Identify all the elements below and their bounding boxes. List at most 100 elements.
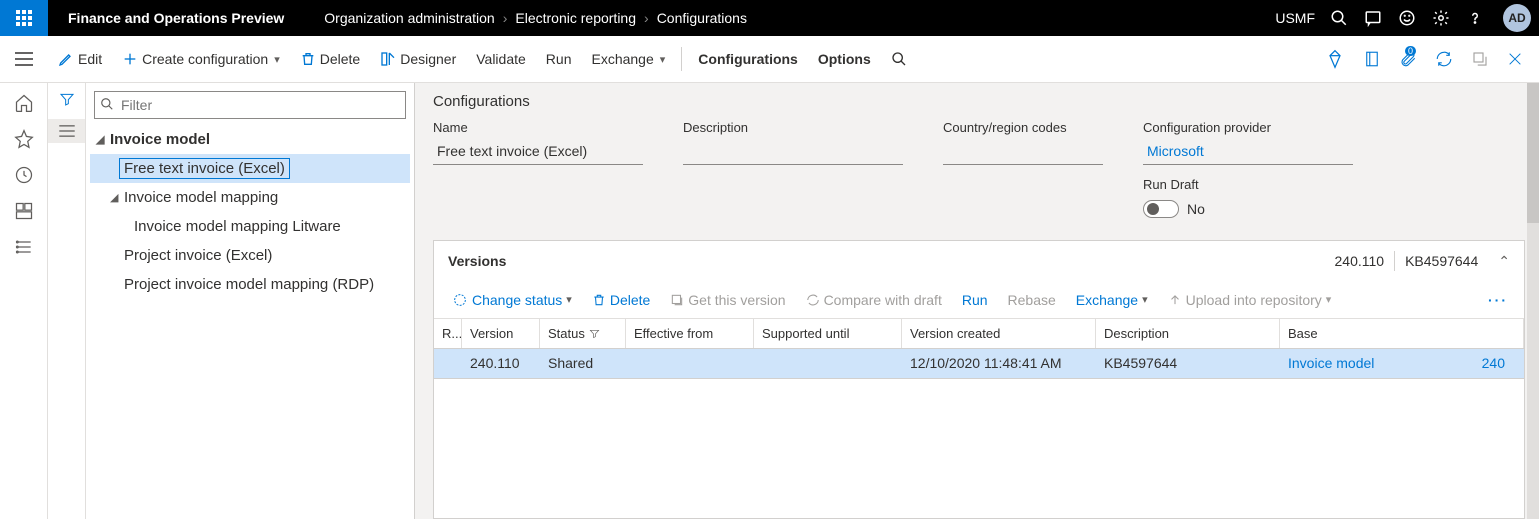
exchange-version-button[interactable]: Exchange ▾ [1068,292,1156,308]
caret-down-icon[interactable]: ◢ [110,191,124,204]
chat-icon[interactable] [1363,8,1383,28]
description-value[interactable] [683,141,903,165]
breadcrumb-item[interactable]: Organization administration [324,10,494,26]
versions-grid: R... Version Status Effective from Suppo… [434,319,1524,518]
filter-column [48,83,86,519]
col-base[interactable]: Base [1280,319,1524,348]
run-button[interactable]: Run [536,36,582,83]
avatar[interactable]: AD [1503,4,1531,32]
exchange-button[interactable]: Exchange ▾ [581,36,675,83]
col-supported[interactable]: Supported until [754,319,902,348]
versions-meta-desc: KB4597644 [1395,253,1488,269]
gear-icon[interactable] [1431,8,1451,28]
cell-supported [754,349,902,378]
provider-label: Configuration provider [1143,120,1353,135]
col-effective[interactable]: Effective from [626,319,754,348]
attachment-icon[interactable]: 0 [1395,50,1421,68]
provider-field: Configuration provider Microsoft Run Dra… [1143,120,1353,218]
book-icon[interactable] [1359,50,1385,68]
filter-input[interactable] [94,91,406,119]
delete-button[interactable]: Delete [290,36,370,83]
exchange-label: Exchange [591,51,653,67]
country-value[interactable] [943,141,1103,165]
designer-button[interactable]: Designer [370,36,466,83]
smile-icon[interactable] [1397,8,1417,28]
close-icon[interactable] [1503,51,1527,67]
list-toggle[interactable] [48,119,85,143]
chevron-down-icon: ▾ [1142,293,1148,306]
star-icon[interactable] [14,129,34,149]
breadcrumb: Organization administration › Electronic… [304,10,1275,26]
search-icon[interactable] [1329,8,1349,28]
col-revision[interactable]: R... [434,319,462,348]
description-field: Description [683,120,903,218]
options-button[interactable]: Options [808,36,881,83]
run-version-button[interactable]: Run [954,292,996,308]
rebase-button: Rebase [1000,292,1064,308]
validate-button[interactable]: Validate [466,36,536,83]
col-version[interactable]: Version [462,319,540,348]
modules-icon[interactable] [14,237,34,257]
caret-down-icon[interactable]: ◢ [96,133,110,146]
scrollbar-thumb[interactable] [1527,83,1539,223]
field-row: Name Free text invoice (Excel) Descripti… [433,120,1525,218]
body-area: ◢ Invoice model Free text invoice (Excel… [0,83,1539,519]
rundraft-toggle[interactable] [1143,200,1179,218]
col-created[interactable]: Version created [902,319,1096,348]
refresh-icon[interactable] [1431,50,1457,68]
help-icon[interactable] [1465,8,1485,28]
main-content: Configurations Name Free text invoice (E… [415,83,1539,519]
configurations-button[interactable]: Configurations [688,36,808,83]
delete-label: Delete [320,51,360,67]
filter-icon[interactable] [59,91,75,107]
cell-created: 12/10/2020 11:48:41 AM [902,349,1096,378]
chevron-up-icon[interactable]: ⌃ [1488,253,1510,270]
tree-panel: ◢ Invoice model Free text invoice (Excel… [86,83,415,519]
breadcrumb-item[interactable]: Electronic reporting [515,10,636,26]
run-label: Run [546,51,572,67]
create-label: Create configuration [142,51,268,67]
compare-button: Compare with draft [798,292,950,308]
col-status[interactable]: Status [540,319,626,348]
more-button[interactable]: ··· [1482,292,1514,308]
chevron-right-icon: › [644,10,649,26]
home-icon[interactable] [14,93,34,113]
company-label[interactable]: USMF [1275,10,1315,26]
versions-panel: Versions 240.110 KB4597644 ⌃ Change stat… [433,240,1525,519]
tree-item-invoice-model[interactable]: ◢ Invoice model [90,125,410,154]
configurations-title: Configurations [433,93,1525,110]
tree-item-invoice-model-mapping[interactable]: ◢ Invoice model mapping [90,183,410,212]
country-label: Country/region codes [943,120,1103,135]
rundraft-label: Run Draft [1143,177,1353,192]
breadcrumb-item[interactable]: Configurations [657,10,747,26]
chevron-down-icon: ▾ [566,293,572,306]
name-label: Name [433,120,643,135]
diamond-icon[interactable] [1321,49,1349,69]
edit-button[interactable]: Edit [48,36,112,83]
delete-version-button[interactable]: Delete [584,292,658,308]
tree-item-project-invoice[interactable]: Project invoice (Excel) [90,241,410,270]
change-status-button[interactable]: Change status ▾ [444,292,580,308]
left-rail [0,83,48,519]
col-description[interactable]: Description [1096,319,1280,348]
base-link[interactable]: Invoice model [1288,355,1374,372]
workspace-icon[interactable] [14,201,34,221]
validate-label: Validate [476,51,526,67]
description-label: Description [683,120,903,135]
popout-icon[interactable] [1467,50,1493,68]
tree-item-project-invoice-mapping[interactable]: Project invoice model mapping (RDP) [90,270,410,299]
tree-item-invoice-model-mapping-litware[interactable]: Invoice model mapping Litware [90,212,410,241]
top-bar: Finance and Operations Preview Organizat… [0,0,1539,36]
configurations-label: Configurations [698,51,798,67]
name-value[interactable]: Free text invoice (Excel) [433,141,643,165]
create-configuration-button[interactable]: Create configuration ▾ [112,36,290,83]
tree-item-free-text-invoice[interactable]: Free text invoice (Excel) [90,154,410,183]
menu-toggle-button[interactable] [0,36,48,83]
clock-icon[interactable] [14,165,34,185]
versions-toolbar: Change status ▾ Delete Get this version … [434,281,1524,319]
search-button[interactable] [881,36,917,83]
table-row[interactable]: 240.110 Shared 12/10/2020 11:48:41 AM KB… [434,349,1524,379]
provider-value[interactable]: Microsoft [1143,141,1353,165]
waffle-button[interactable] [0,0,48,36]
base-version-link[interactable]: 240 [1482,355,1505,372]
